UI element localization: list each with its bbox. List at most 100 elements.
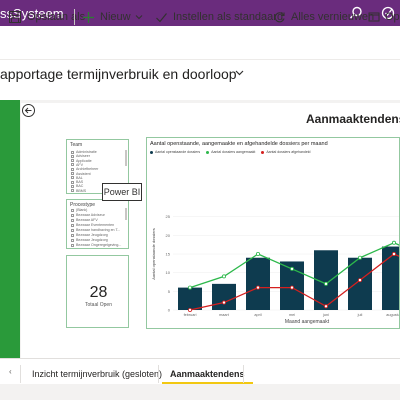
set-default-label: Instellen als standaard: [173, 11, 284, 23]
data-point: [357, 255, 362, 260]
save-icon: [9, 11, 21, 23]
checkbox[interactable]: [71, 228, 74, 232]
bar: [246, 257, 270, 310]
page-title: apportage termijnverbruik en doorloop: [0, 66, 237, 82]
checkbox[interactable]: [71, 208, 74, 212]
new-label: Nieuw: [100, 11, 131, 23]
slicer-scrollbar[interactable]: [125, 150, 127, 166]
open-icon: [368, 12, 380, 22]
combo-chart: Aantal openstaande, aangemaakte en afgeh…: [146, 137, 400, 329]
data-point: [289, 285, 294, 290]
slicer-item-label: Bezwaar handhaving en T...: [76, 228, 121, 232]
y-tick-label: 5: [168, 289, 171, 294]
slicer-item-label: Bezwaar Ongeregelgeving...: [76, 243, 122, 247]
checkbox[interactable]: [71, 189, 74, 193]
data-point: [188, 307, 193, 312]
slicer-item-label: Bezwaar Eventementen: [76, 223, 115, 227]
refresh-icon: [274, 11, 285, 22]
checkbox[interactable]: [71, 213, 74, 217]
data-point: [323, 281, 328, 286]
checkbox[interactable]: [71, 223, 74, 227]
x-tick-label: februari: [184, 313, 197, 317]
slicer-item-label: Bezwaar AFV: [76, 218, 98, 222]
checkbox[interactable]: [71, 154, 74, 158]
bar: [178, 287, 202, 310]
checkbox[interactable]: [71, 184, 74, 188]
y-tick-label: 0: [168, 308, 171, 313]
x-tick-label: mei: [289, 313, 295, 317]
slicer-item[interactable]: Bezwaar Eventementen: [71, 223, 114, 227]
checkbox[interactable]: [71, 172, 74, 175]
slicer-item[interactable]: Bezwaar Adviseur: [71, 213, 105, 217]
checkbox[interactable]: [71, 238, 74, 242]
back-button[interactable]: [22, 104, 35, 117]
tab-scroll-left-icon[interactable]: ‹: [9, 367, 12, 376]
slicer-item[interactable]: Bezwaar handhaving en T...: [71, 228, 120, 232]
tab-inzicht-termijnverbruik[interactable]: Inzicht termijnverbruik (gesloten): [24, 363, 170, 385]
chevron-down-icon: [135, 15, 142, 20]
y-axis-title: Aantal openstaande dossiers: [151, 228, 156, 280]
checkbox[interactable]: [71, 233, 74, 237]
data-point: [323, 304, 328, 309]
data-point: [391, 252, 396, 257]
chart-plot: 0 5 10 15 20 25 februari maart april mei juni juli a…: [151, 214, 400, 325]
slicer-item[interactable]: Bezwaar Jeugdzorg: [71, 233, 108, 237]
slicer-item[interactable]: Bezwaar Ongeregelgeving...: [71, 243, 121, 247]
tab-aanmaaktendens[interactable]: Aanmaaktendens: [162, 363, 253, 385]
data-point: [222, 300, 227, 305]
checkbox[interactable]: [71, 163, 74, 167]
checkbox[interactable]: [71, 167, 74, 171]
y-tick-label: 20: [166, 233, 171, 238]
divider: [74, 9, 75, 25]
divider: [243, 365, 244, 383]
chevron-down-icon[interactable]: [235, 68, 244, 77]
procestype-slicer: Procestype (Blank) Bezwaar Adviseur Bezwaa…: [66, 199, 129, 249]
bar: [348, 257, 372, 310]
set-default-button[interactable]: Instellen als standaard: [155, 9, 283, 25]
slicer-item-label: BBMS: [76, 188, 87, 193]
x-tick-label: augustus: [386, 313, 400, 317]
refresh-all-button[interactable]: Alles vernieuwen: [273, 9, 374, 25]
slicer-scrollbar[interactable]: [125, 208, 127, 220]
slicer-item[interactable]: BBMS: [71, 189, 86, 193]
data-point: [222, 274, 227, 279]
data-point: [188, 285, 193, 290]
checkmark-icon: [156, 12, 167, 22]
checkbox[interactable]: [71, 243, 74, 247]
checkbox[interactable]: [71, 159, 74, 163]
y-tick-label: 15: [166, 252, 171, 257]
divider: [158, 365, 159, 383]
data-point: [391, 240, 396, 245]
new-button[interactable]: Nieuw: [82, 9, 148, 25]
data-point: [289, 266, 294, 271]
open-button[interactable]: Ope: [368, 9, 400, 25]
kpi-label: Totaal Open: [85, 302, 112, 308]
navigation-strip: [0, 100, 20, 358]
x-tick-label: maart: [219, 313, 230, 317]
slicer-item[interactable]: (Blank): [71, 208, 87, 212]
data-point: [256, 285, 261, 290]
kpi-card: 28 Totaal Open: [66, 255, 129, 328]
slicer-item[interactable]: Bezwaar AFV: [71, 218, 98, 222]
checkbox[interactable]: [71, 150, 74, 154]
divider: [20, 365, 21, 383]
back-arrow-icon: [24, 107, 32, 114]
kpi-value: 28: [89, 284, 108, 301]
y-tick-label: 10: [166, 270, 171, 275]
bar: [212, 283, 236, 310]
data-point: [256, 252, 261, 257]
status-strip: [0, 384, 400, 400]
x-tick-label: juli: [357, 313, 363, 317]
checkbox[interactable]: [71, 176, 74, 180]
plus-icon: [83, 11, 94, 23]
data-point: [357, 278, 362, 283]
checkbox[interactable]: [71, 218, 74, 222]
slicer-title: Team: [70, 142, 83, 148]
command-bar: [0, 26, 400, 60]
slicer-item-label: (Blank): [76, 208, 88, 212]
slicer-item[interactable]: Bezwaar Jeugdzorg: [71, 238, 108, 242]
x-tick-label: april: [254, 313, 261, 317]
save-as-label: Opslaan als: [27, 11, 86, 23]
checkbox[interactable]: [71, 180, 74, 184]
tooltip: Power BI: [102, 183, 142, 201]
